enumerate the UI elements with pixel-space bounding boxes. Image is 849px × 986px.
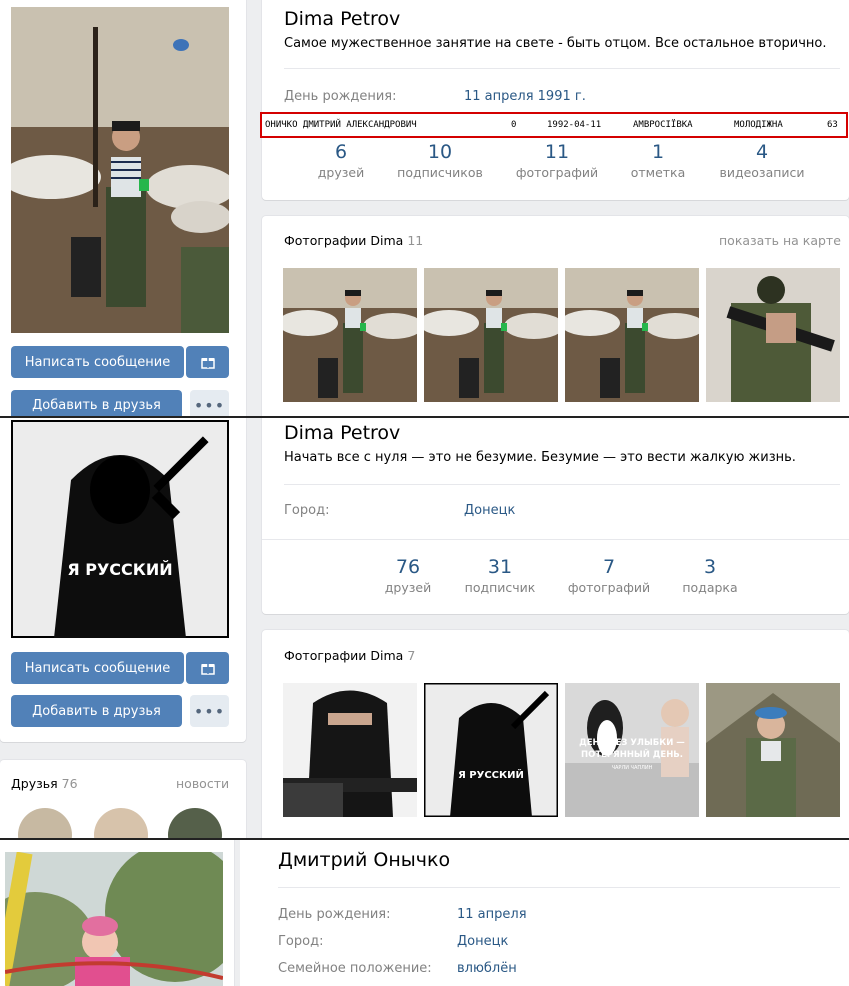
photo-thumb[interactable] — [706, 683, 840, 817]
photo-thumb[interactable] — [283, 268, 417, 402]
friends-title: Друзья — [11, 776, 58, 791]
counter-tags[interactable]: 1 отметка — [608, 141, 708, 180]
add-friend-button[interactable]: Добавить в друзья — [11, 390, 182, 416]
counter-number: 11 — [544, 141, 570, 163]
profile-info-card — [262, 418, 849, 614]
record-fio: ОНИЧКО ДМИТРИЙ АЛЕКСАНДРОВИЧ — [265, 120, 417, 130]
counter-gifts[interactable]: 3 подарка — [660, 556, 760, 595]
photo-thumb[interactable] — [565, 268, 699, 402]
friends-header[interactable]: Друзья 76 — [11, 776, 78, 791]
photo-thumb[interactable] — [283, 683, 417, 817]
counter-label: друзей — [317, 165, 365, 180]
send-message-button[interactable]: Написать сообщение — [11, 652, 184, 684]
photos-header[interactable]: Фотографии Dima 7 — [284, 648, 415, 663]
profile-panel-1: Написать сообщение Добавить в друзья •••… — [0, 0, 849, 416]
thumb-caption: Я РУССКИЙ — [458, 768, 524, 781]
record-street: МОЛОДІЖНА — [734, 120, 783, 130]
city-label: Город: — [278, 934, 324, 949]
profile-name: Dima Petrov — [284, 8, 401, 30]
birthday-value[interactable]: 11 апреля 1991 г. — [464, 89, 586, 104]
news-link[interactable]: новости — [176, 776, 229, 791]
show-on-map-link[interactable]: показать на карте — [719, 233, 841, 248]
poster-line-1: ДЕНЬ БЕЗ УЛЫБКИ — — [579, 738, 685, 748]
friends-count: 76 — [61, 776, 78, 791]
record-city: АМВРОСІЇВКА — [633, 120, 693, 130]
photos-count: 11 — [407, 233, 424, 248]
counter-videos[interactable]: 4 видеозаписи — [712, 141, 812, 180]
birthday-label: День рождения: — [284, 89, 397, 104]
profile-panel-3: Дмитрий Онычко День рождения: 11 апреля … — [0, 840, 849, 986]
birthday-value[interactable]: 11 апреля — [457, 907, 527, 922]
photo-thumb[interactable] — [424, 268, 558, 402]
gift-button[interactable] — [186, 652, 229, 684]
more-dots-icon: ••• — [193, 701, 226, 721]
profile-avatar[interactable] — [11, 7, 229, 333]
counter-number: 1 — [651, 141, 665, 163]
record-house: 63 — [827, 120, 838, 130]
divider — [278, 887, 840, 888]
counter-label: отметка — [630, 165, 686, 180]
counter-followers[interactable]: 10 подписчиков — [390, 141, 490, 180]
counter-photos[interactable]: 7 фотографий — [559, 556, 659, 595]
counter-friends[interactable]: 6 друзей — [291, 141, 391, 180]
counter-number: 76 — [395, 556, 421, 578]
gift-icon — [200, 358, 215, 369]
photos-title: Фотографии Dima — [284, 233, 404, 248]
counter-number: 31 — [487, 556, 513, 578]
photos-count: 7 — [407, 648, 416, 663]
add-friend-button[interactable]: Добавить в друзья — [11, 695, 182, 727]
gift-icon — [200, 664, 215, 675]
poster-author: ЧАРЛИ ЧАПЛИН — [612, 765, 653, 771]
counter-followers[interactable]: 31 подписчик — [450, 556, 550, 595]
profile-name: Дмитрий Онычко — [278, 849, 451, 871]
counter-label: друзей — [384, 580, 432, 595]
photo-thumb[interactable]: Я РУССКИЙ — [424, 683, 558, 817]
photos-header[interactable]: Фотографии Dima 11 — [284, 233, 423, 248]
profile-name: Dima Petrov — [284, 422, 401, 444]
record-date: 1992-04-11 — [547, 120, 602, 130]
counter-photos[interactable]: 11 фотографий — [507, 141, 607, 180]
counter-label: видеозаписи — [719, 165, 805, 180]
counter-label: подарка — [682, 580, 738, 595]
counter-label: подписчиков — [397, 165, 483, 180]
avatar-caption: Я РУССКИЙ — [67, 560, 172, 579]
more-dots-icon: ••• — [193, 396, 226, 415]
highlighted-database-record: ОНИЧКО ДМИТРИЙ АЛЕКСАНДРОВИЧ 0 1992-04-1… — [260, 112, 848, 138]
counter-number: 10 — [427, 141, 453, 163]
counter-label: фотографий — [567, 580, 651, 595]
profile-avatar[interactable]: Я РУССКИЙ — [11, 420, 229, 638]
counter-number: 6 — [334, 141, 348, 163]
photo-thumb[interactable]: ДЕНЬ БЕЗ УЛЫБКИ — ПОТЕРЯННЫЙ ДЕНЬ. ЧАРЛИ Ч… — [565, 683, 699, 817]
city-value[interactable]: Донецк — [457, 934, 508, 949]
profile-status: Самое мужественное занятие на свете - бы… — [284, 36, 827, 51]
more-actions-button[interactable]: ••• — [190, 390, 229, 416]
more-actions-button[interactable]: ••• — [190, 695, 229, 727]
profile-avatar[interactable] — [5, 852, 223, 986]
relationship-value[interactable]: влюблён — [457, 961, 517, 976]
birthday-label: День рождения: — [278, 907, 391, 922]
counter-friends[interactable]: 76 друзей — [358, 556, 458, 595]
send-message-button[interactable]: Написать сообщение — [11, 346, 184, 378]
relationship-label: Семейное положение: — [278, 961, 432, 976]
counter-label: фотографий — [515, 165, 599, 180]
gift-button[interactable] — [186, 346, 229, 378]
counter-label: подписчик — [464, 580, 536, 595]
divider — [284, 68, 840, 69]
counter-number: 4 — [755, 141, 769, 163]
photos-title: Фотографии Dima — [284, 648, 404, 663]
divider — [284, 484, 840, 485]
profile-panel-2: Я РУССКИЙ Написать сообщение Добавить в … — [0, 418, 849, 838]
poster-line-2: ПОТЕРЯННЫЙ ДЕНЬ. — [581, 748, 683, 760]
counter-number: 3 — [703, 556, 717, 578]
city-value[interactable]: Донецк — [464, 503, 515, 518]
divider — [262, 539, 849, 540]
city-label: Город: — [284, 503, 330, 518]
counter-number: 7 — [602, 556, 616, 578]
record-code: 0 — [511, 120, 517, 130]
profile-status: Начать все с нуля — это не безумие. Безу… — [284, 450, 796, 465]
photo-thumb[interactable] — [706, 268, 840, 402]
